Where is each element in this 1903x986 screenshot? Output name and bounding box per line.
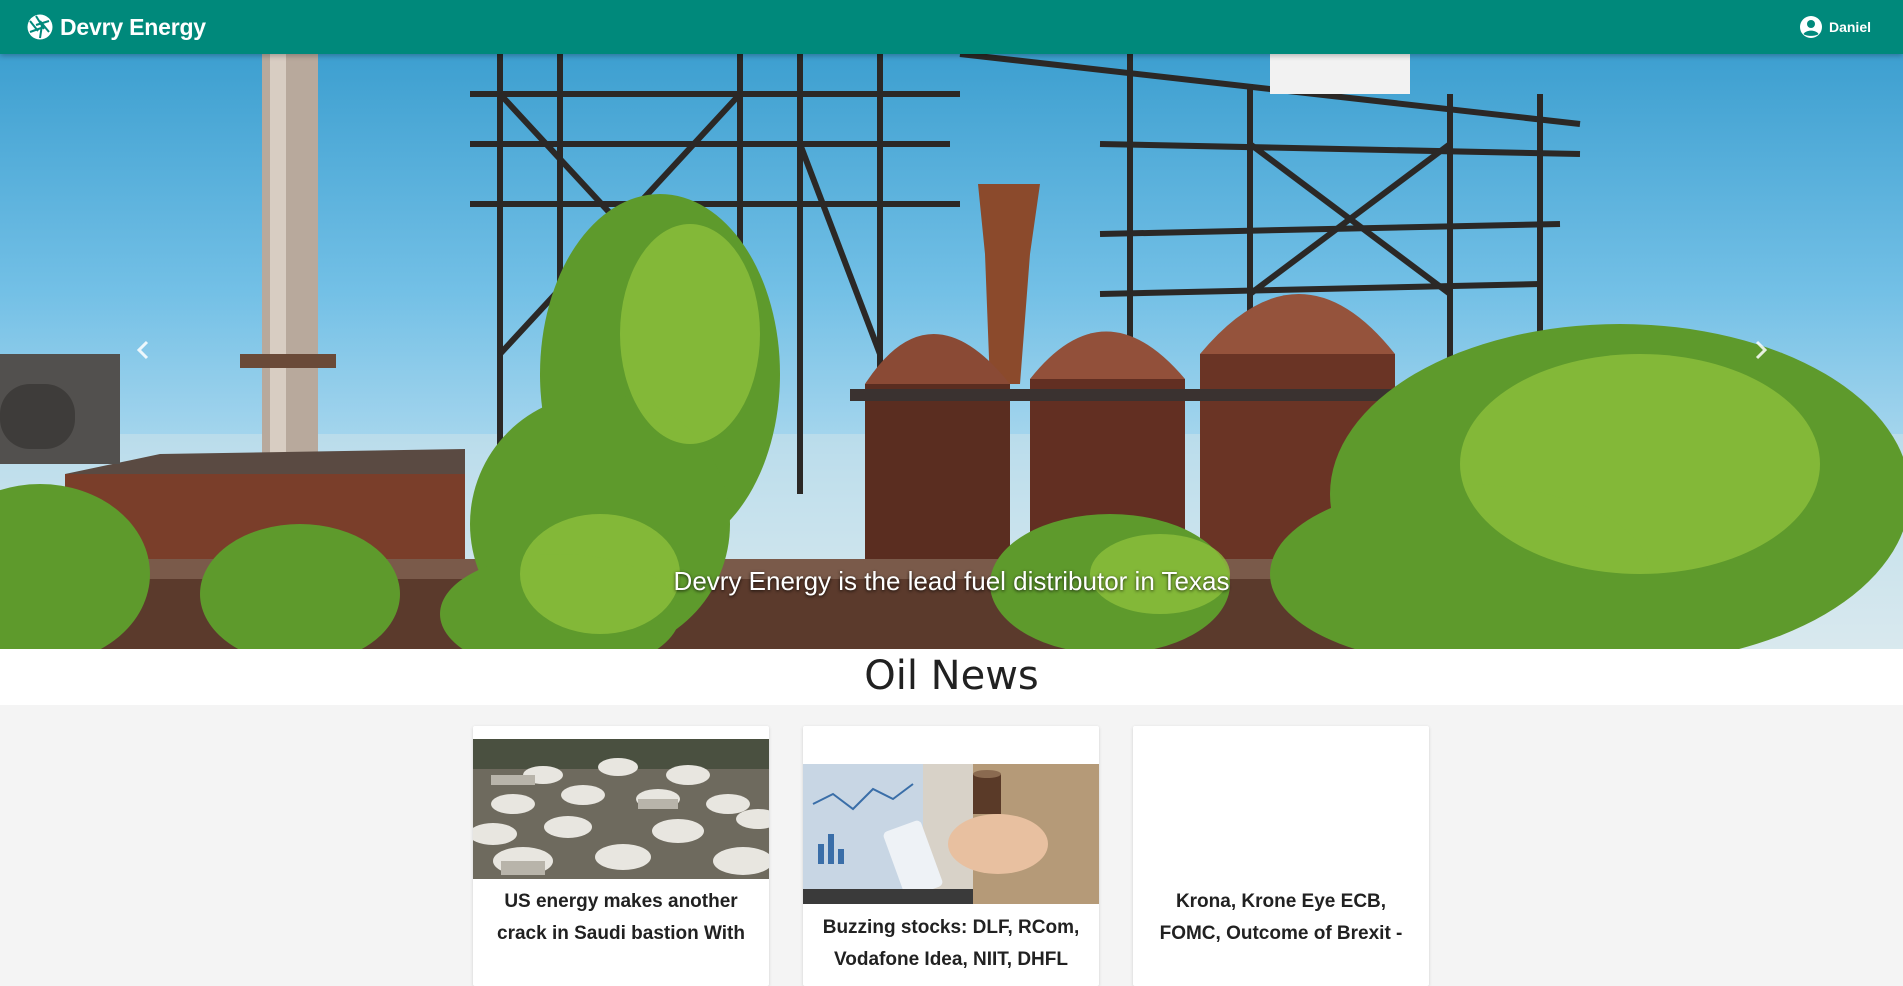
hero-image [0, 54, 1903, 649]
top-app-bar: Devry Energy Daniel [0, 0, 1903, 54]
account-circle-icon [1799, 15, 1823, 39]
hero-carousel: Devry Energy is the lead fuel distributo… [0, 54, 1903, 649]
news-card-title: Krona, Krone Eye ECB, FOMC, Outcome of B… [1159, 891, 1403, 944]
brand-link[interactable]: Devry Energy [26, 0, 206, 54]
aperture-icon [26, 13, 54, 41]
news-card-title: Buzzing stocks: DLF, RCom, Vodafone Idea… [822, 917, 1080, 970]
user-menu[interactable]: Daniel [1799, 0, 1871, 54]
news-card[interactable]: Krona, Krone Eye ECB, FOMC, Outcome of B… [1133, 726, 1429, 986]
chevron-right-icon [1755, 340, 1768, 360]
carousel-prev-button[interactable] [128, 330, 158, 370]
news-card[interactable]: US energy makes another crack in Saudi b… [473, 726, 769, 986]
section-title: Oil News [864, 653, 1039, 699]
news-card-title: US energy makes another crack in Saudi b… [497, 891, 745, 944]
stock-trading-laptop-photo [803, 764, 1099, 904]
oil-storage-tanks-photo [473, 739, 769, 879]
carousel-next-button[interactable] [1746, 330, 1776, 370]
chevron-left-icon [136, 340, 149, 360]
carousel-caption: Devry Energy is the lead fuel distributo… [673, 566, 1230, 596]
user-name: Daniel [1828, 19, 1871, 35]
news-card[interactable]: Buzzing stocks: DLF, RCom, Vodafone Idea… [803, 726, 1099, 986]
news-section-header: Oil News [0, 649, 1903, 705]
brand-name: Devry Energy [60, 13, 206, 40]
